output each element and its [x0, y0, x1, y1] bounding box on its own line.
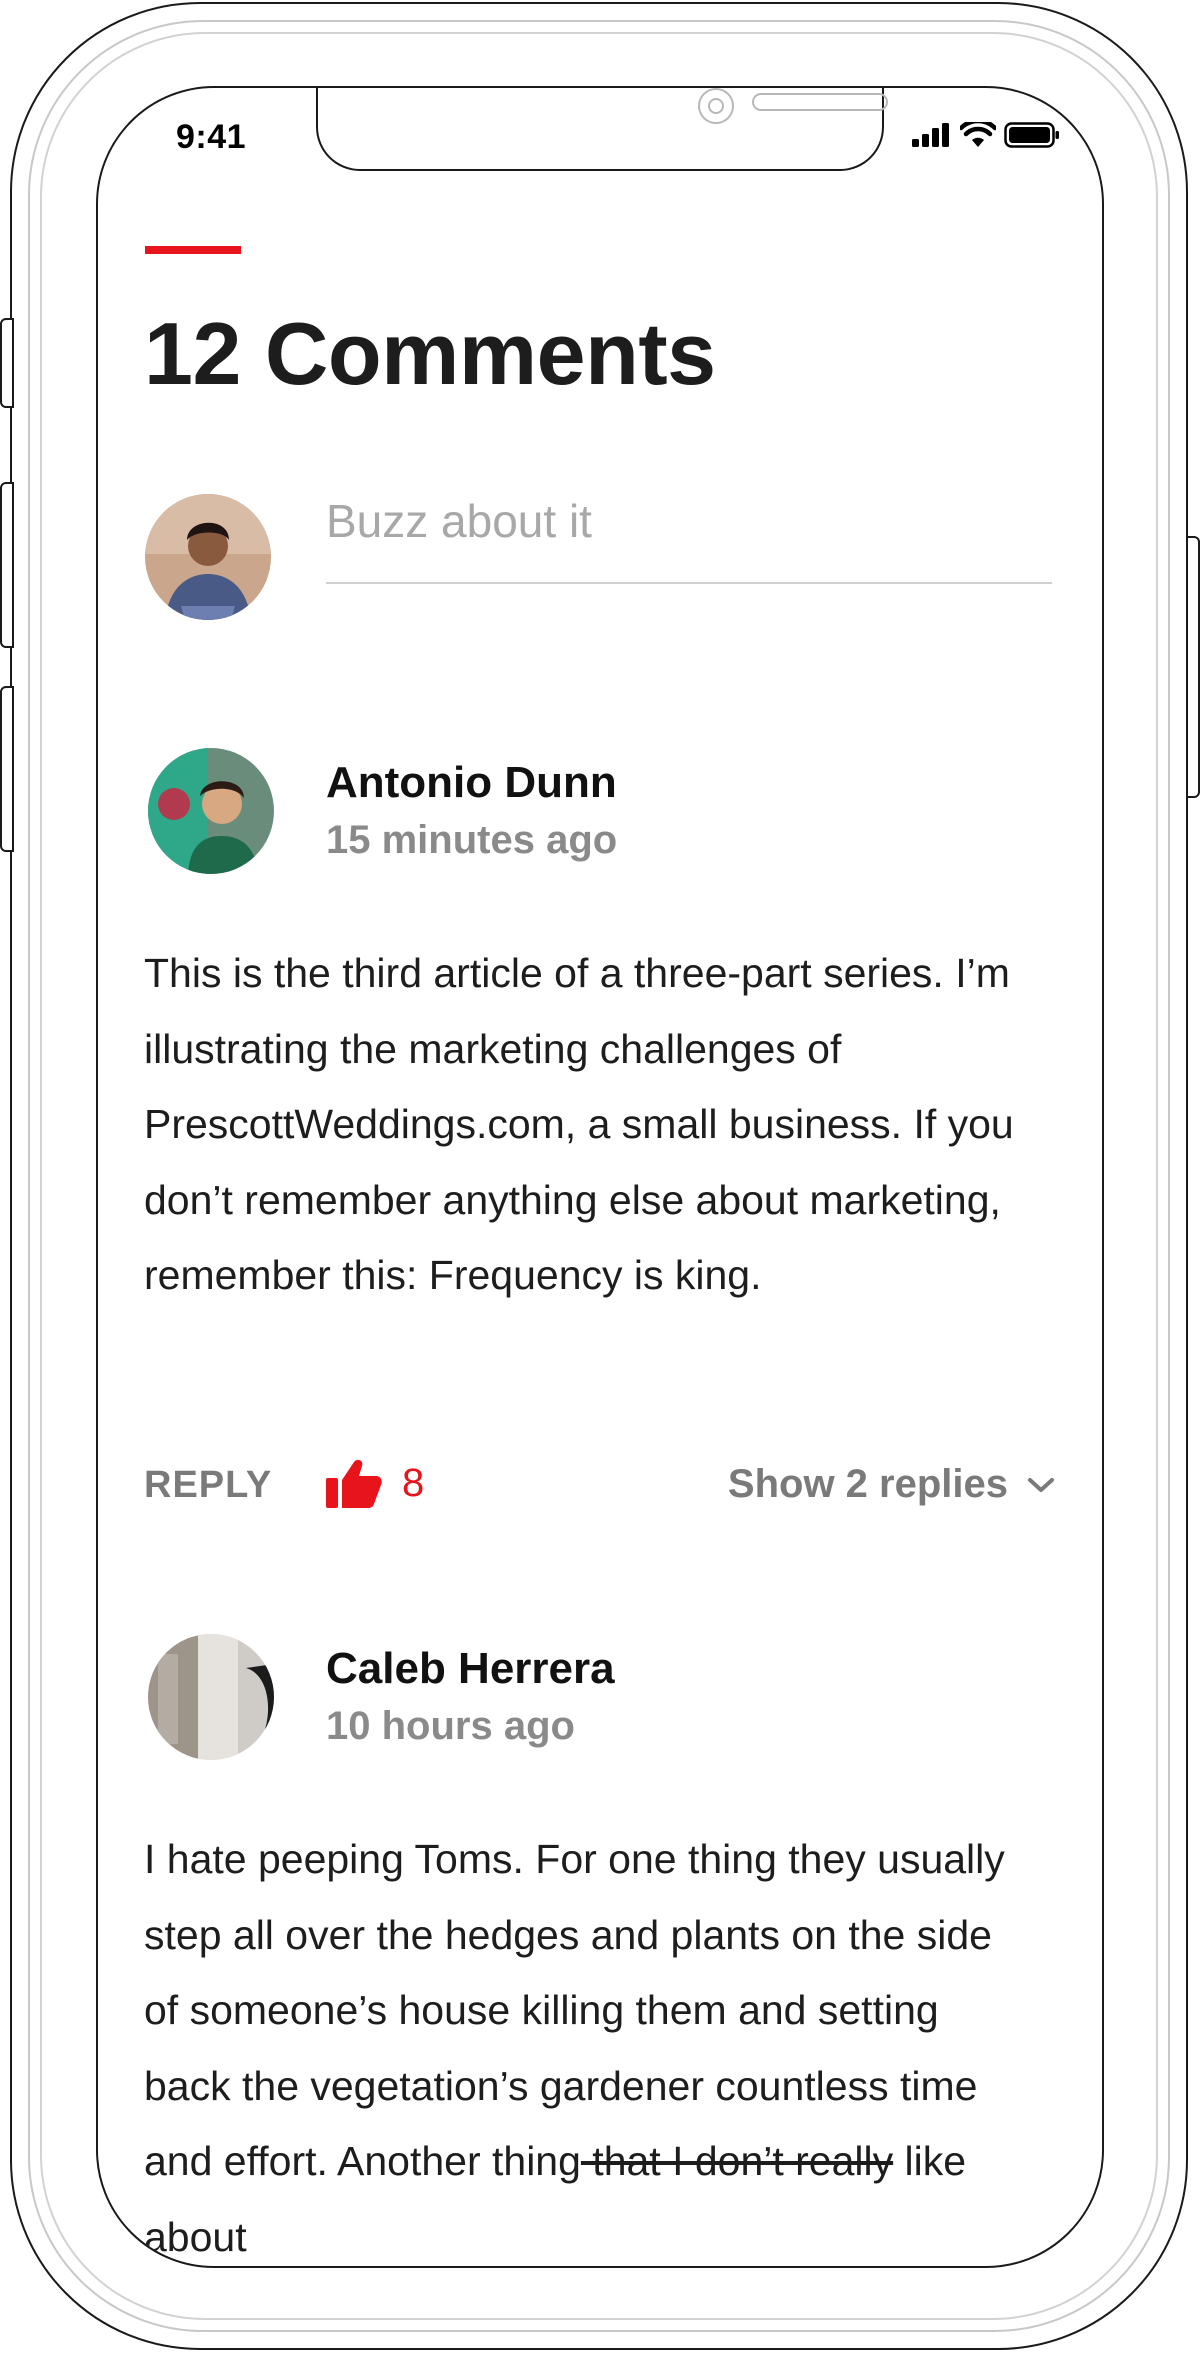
front-camera	[698, 88, 734, 124]
comment-body-struck-text: that I don’t really	[580, 2138, 894, 2184]
page-title: 12 Comments	[144, 304, 716, 403]
side-button-power	[1186, 536, 1200, 798]
current-user-avatar	[145, 494, 271, 620]
comment-timestamp: 10 hours ago	[326, 1704, 575, 1748]
comment-input-wrapper	[326, 488, 1052, 584]
chevron-down-icon	[1028, 1477, 1054, 1492]
comment-author-avatar[interactable]	[148, 1634, 274, 1760]
battery-icon	[1004, 122, 1059, 148]
accent-line	[145, 246, 241, 254]
side-button-mute	[0, 318, 14, 408]
like-count: 8	[402, 1460, 425, 1505]
wifi-icon	[960, 122, 996, 147]
reply-button[interactable]: REPLY	[144, 1464, 272, 1507]
comment-input[interactable]	[326, 494, 1052, 548]
like-button[interactable]: 8	[326, 1458, 424, 1508]
status-time: 9:41	[176, 118, 247, 156]
comment-author-name[interactable]: Caleb Herrera	[326, 1644, 615, 1694]
show-replies-button[interactable]: Show 2 replies	[728, 1462, 1056, 1507]
comment-author-avatar[interactable]	[148, 748, 274, 874]
show-replies-label: Show 2 replies	[727, 1462, 1008, 1506]
comment-body: I hate peeping Toms. For one thing they …	[144, 1822, 1024, 2266]
comment-body: This is the third article of a three-par…	[144, 950, 1014, 1298]
thumbs-up-icon	[326, 1459, 382, 1508]
signal-icon	[912, 123, 949, 147]
speaker	[752, 93, 888, 111]
comment-timestamp: 15 minutes ago	[326, 818, 618, 862]
side-button-volume-up	[0, 482, 14, 648]
status-icons	[912, 122, 1060, 148]
comment-body-text: I hate peeping Toms. For one thing they …	[144, 1836, 1005, 2184]
notch	[316, 88, 888, 171]
screen: 9:41 12 Comments Buzz about it Antonio D…	[96, 86, 1104, 2268]
comment-author-name[interactable]: Antonio Dunn	[326, 758, 617, 808]
side-button-volume-down	[0, 686, 14, 852]
